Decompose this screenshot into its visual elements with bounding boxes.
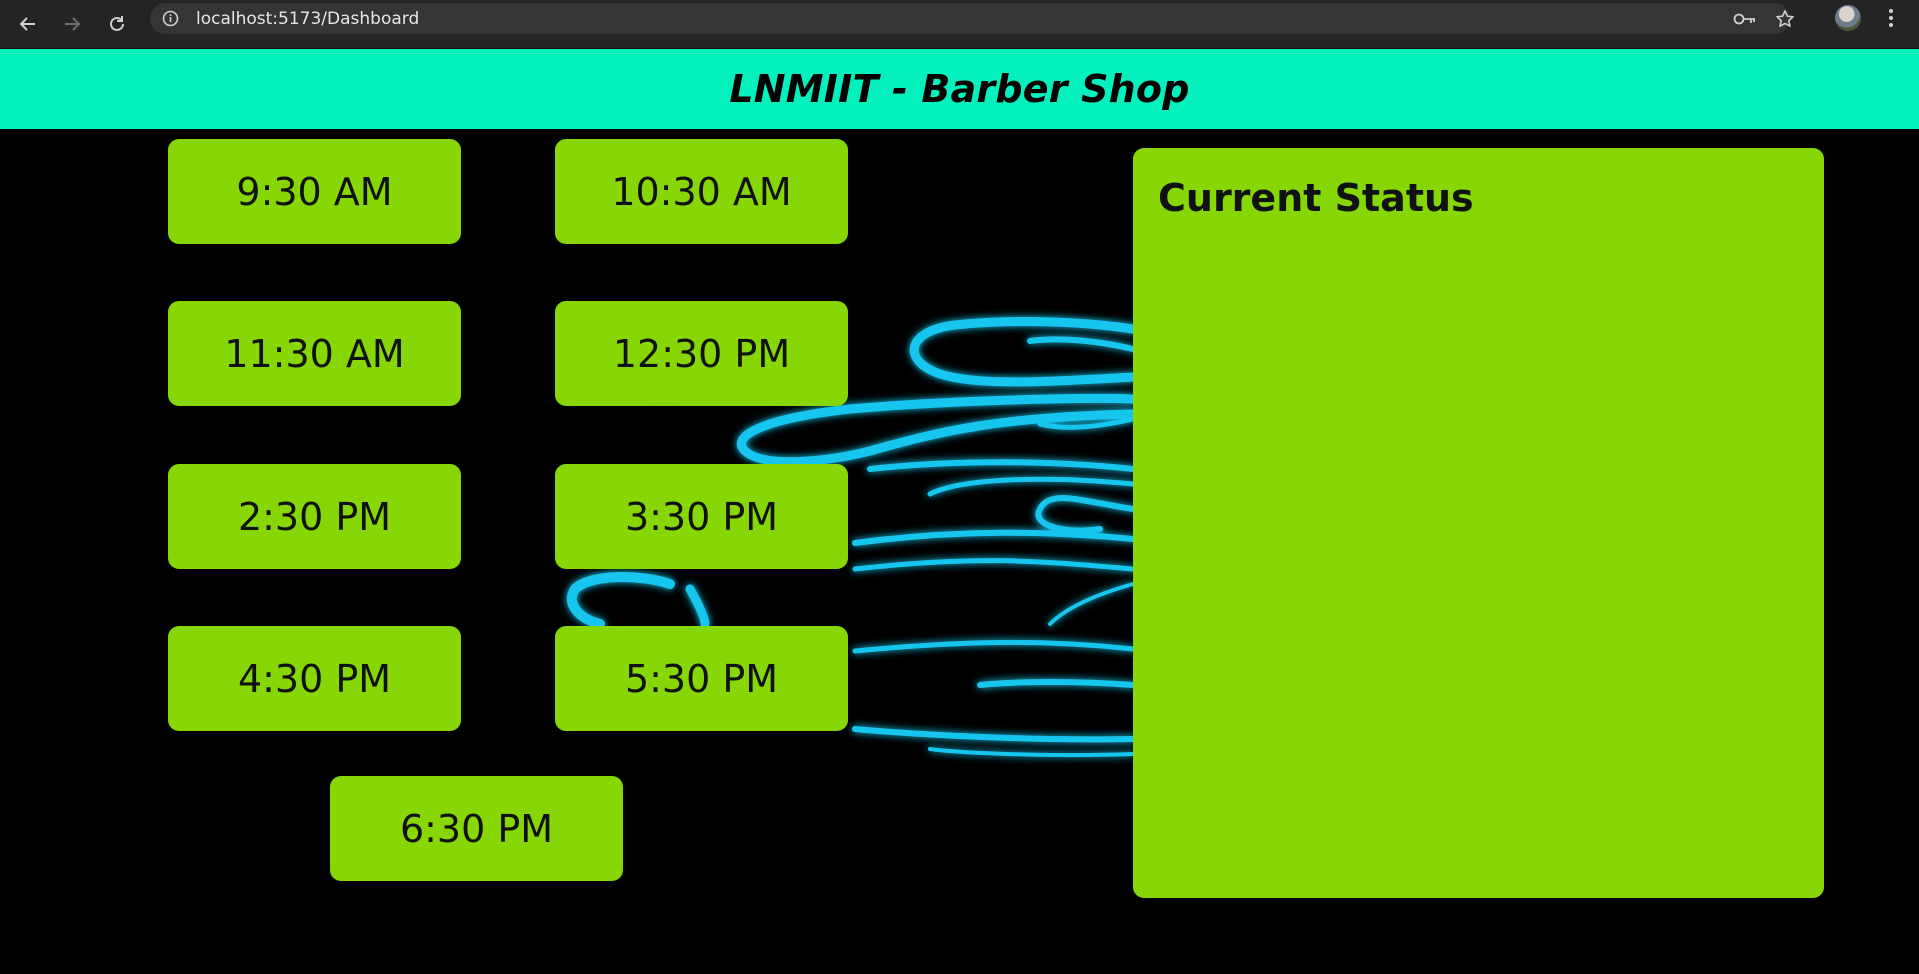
profile-avatar[interactable]	[1835, 5, 1861, 31]
status-title: Current Status	[1158, 176, 1474, 220]
slot-button[interactable]: 4:30 PM	[168, 626, 461, 731]
slot-button[interactable]: 12:30 PM	[555, 301, 848, 406]
back-icon[interactable]	[8, 7, 48, 41]
status-panel: Current Status	[1133, 148, 1824, 898]
slot-button[interactable]: 9:30 AM	[168, 139, 461, 244]
app-header: LNMIIT - Barber Shop	[0, 49, 1919, 129]
slot-button[interactable]: 5:30 PM	[555, 626, 848, 731]
slot-button[interactable]: 11:30 AM	[168, 301, 461, 406]
forward-icon[interactable]	[52, 7, 92, 41]
address-bar[interactable]: localhost:5173/Dashboard	[150, 3, 1790, 34]
slot-button[interactable]: 6:30 PM	[330, 776, 623, 881]
bookmark-star-icon[interactable]	[1770, 4, 1800, 34]
app-title: LNMIIT - Barber Shop	[729, 67, 1190, 111]
slot-button[interactable]: 3:30 PM	[555, 464, 848, 569]
browser-menu-icon[interactable]	[1881, 5, 1901, 31]
password-key-icon[interactable]	[1730, 4, 1760, 34]
slot-button[interactable]: 2:30 PM	[168, 464, 461, 569]
slot-button[interactable]: 10:30 AM	[555, 139, 848, 244]
reload-icon[interactable]	[97, 7, 137, 41]
browser-toolbar: localhost:5173/Dashboard	[0, 0, 1919, 49]
url-text[interactable]: localhost:5173/Dashboard	[196, 9, 419, 29]
site-info-icon[interactable]	[162, 10, 179, 27]
